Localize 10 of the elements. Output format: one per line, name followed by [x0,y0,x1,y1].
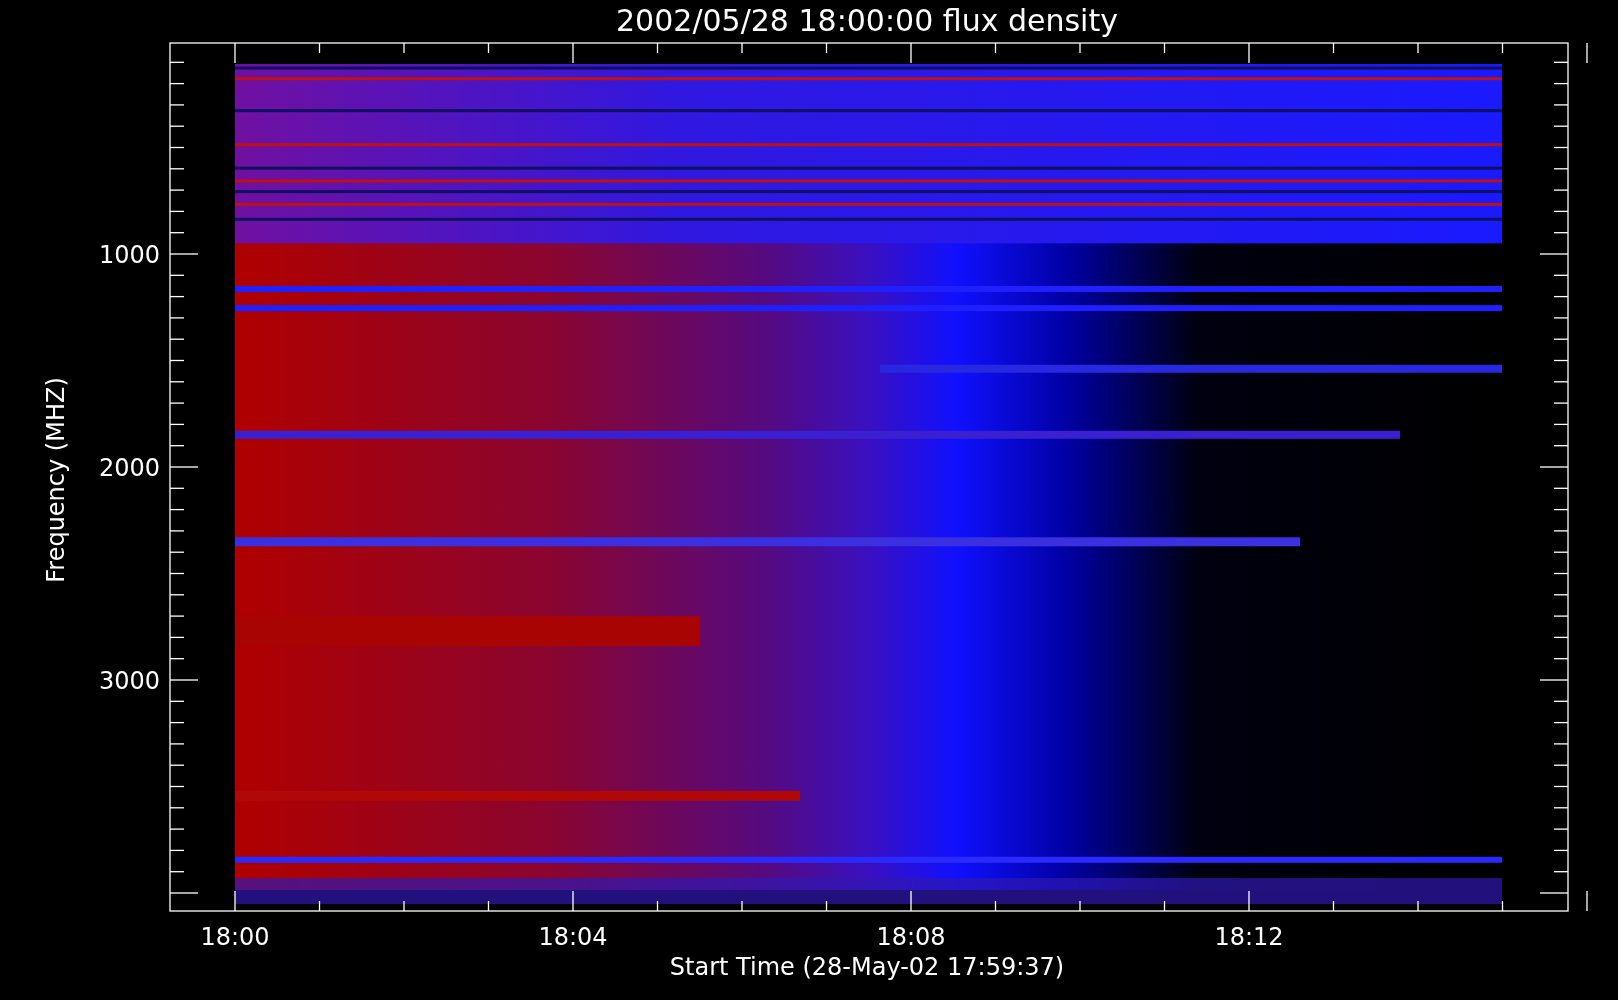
y-tick-label: 1000 [98,241,160,269]
y-axis-label: Frequency (MHZ) [42,377,70,583]
x-tick-label: 18:00 [200,923,270,951]
x-tick-label: 18:12 [1214,923,1284,951]
y-tick-label: 2000 [98,454,160,482]
x-tick-label: 18:04 [538,923,608,951]
y-tick-label: 3000 [98,667,160,695]
chart-title: 2002/05/28 18:00:00 flux density [616,3,1118,38]
x-axis-label: Start Time (28-May-02 17:59:37) [669,953,1065,981]
x-tick-label: 18:08 [876,923,946,951]
